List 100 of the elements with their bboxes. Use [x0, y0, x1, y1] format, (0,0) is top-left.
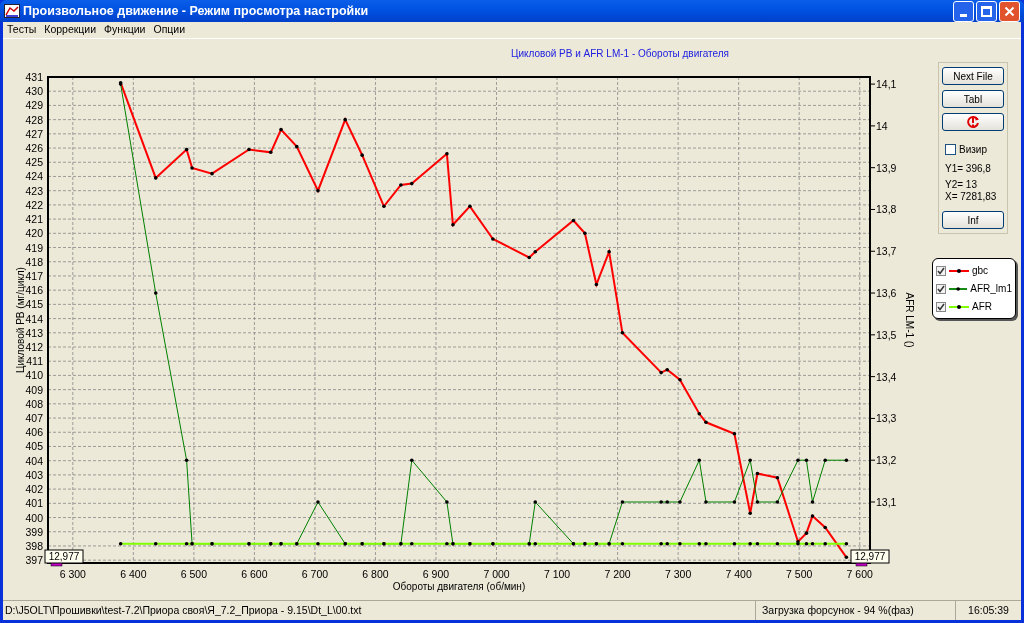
- y-tick-label: 403: [25, 468, 43, 481]
- menu-item[interactable]: Опции: [153, 22, 186, 38]
- y2-tick-label: 14,1: [876, 78, 897, 91]
- y-tick-label: 410: [25, 369, 43, 382]
- menu-item[interactable]: Тесты: [7, 22, 37, 38]
- y-tick-label: 430: [25, 85, 43, 98]
- y2-tick-label: 13,6: [876, 287, 897, 300]
- x-tick-label: 7 100: [543, 568, 571, 580]
- menu-item[interactable]: Функции: [104, 22, 146, 38]
- y-tick-label: 399: [25, 525, 43, 538]
- x-tick-label: 6 500: [180, 568, 207, 580]
- y-tick-label: 423: [25, 184, 43, 197]
- y-tick-label: 428: [25, 113, 43, 126]
- y-tick-label: 401: [25, 497, 43, 510]
- y2-axis-title: AFR LM-1 (): [904, 292, 915, 348]
- legend-label: AFR_lm1: [970, 282, 1012, 296]
- y-tick-label: 400: [25, 511, 43, 524]
- y-tick-label: 406: [25, 426, 43, 439]
- value-label: 12,977: [850, 549, 890, 564]
- legend-label: AFR: [972, 300, 992, 314]
- y-axis-title: Цикловой РВ (мг/цикл): [15, 267, 26, 373]
- y-tick-label: 431: [25, 71, 43, 83]
- y-tick-label: 414: [25, 312, 43, 325]
- minimize-button[interactable]: [953, 0, 974, 22]
- maximize-button[interactable]: [976, 0, 997, 22]
- y-tick-label: 412: [25, 341, 43, 353]
- y-tick-label: 419: [25, 241, 43, 254]
- cursor-reading: Y2= 13: [945, 179, 978, 191]
- refresh-button[interactable]: [942, 113, 1004, 131]
- y-tick-label: 407: [25, 412, 43, 425]
- y-tick-label: 409: [25, 383, 43, 396]
- x-tick-label: 6 300: [59, 568, 86, 580]
- y2-tick-label: 14: [876, 119, 888, 132]
- maximize-icon: [981, 5, 992, 17]
- y2-tick-label: 13,1: [876, 496, 897, 508]
- app-icon: [4, 4, 20, 18]
- y-tick-label: 397: [25, 554, 43, 567]
- x-tick-label: 7 400: [725, 568, 752, 580]
- y-tick-label: 426: [25, 142, 43, 155]
- legend-label: gbc: [972, 264, 989, 278]
- injector-load: Загрузка форсунок - 94 %(фаз): [755, 601, 955, 620]
- y-tick-label: 398: [25, 539, 43, 552]
- menu-item[interactable]: Коррекции: [44, 22, 97, 38]
- cursor-reading: X= 7281,83: [945, 191, 998, 203]
- x-tick-label: 6 400: [120, 568, 147, 580]
- x-tick-label: 7 500: [786, 568, 813, 580]
- y-tick-label: 424: [25, 170, 43, 183]
- y2-tick-label: 13,2: [876, 454, 897, 467]
- window-title: Произвольное движение - Режим просмотра настройки: [23, 2, 369, 20]
- y2-tick-label: 13,4: [876, 370, 897, 383]
- close-button[interactable]: [999, 0, 1020, 22]
- legend-swatch-icon: [949, 285, 968, 292]
- clock: 16:05:39: [955, 601, 1021, 620]
- x-tick-label: 6 700: [301, 568, 329, 580]
- y-tick-label: 417: [25, 269, 43, 282]
- legend-checkbox[interactable]: [936, 265, 946, 276]
- close-icon: [1004, 5, 1015, 17]
- refresh-icon: [966, 115, 980, 129]
- legend-checkbox[interactable]: [936, 301, 946, 312]
- y-tick-label: 405: [25, 440, 43, 453]
- annotation: 12,977: [854, 551, 886, 562]
- checkbox-label: Визир: [959, 143, 987, 157]
- y2-tick-label: 13,3: [876, 412, 897, 425]
- checkbox[interactable]: [945, 144, 956, 155]
- y-tick-label: 411: [26, 355, 43, 368]
- legend-checkbox[interactable]: [936, 283, 946, 294]
- x-tick-label: 7 200: [604, 568, 631, 580]
- panel-button[interactable]: Next File: [942, 67, 1004, 85]
- y-tick-label: 427: [25, 127, 43, 140]
- file-path: D:\J5OLT\Прошивки\test-7.2\Приора своя\Я_7.2_Приора - 9.15\Dt_L\00.txt: [4, 602, 363, 618]
- y-tick-label: 416: [25, 284, 43, 297]
- y-tick-label: 408: [25, 397, 43, 410]
- y-tick-label: 402: [25, 483, 43, 496]
- y2-tick-label: 13,7: [876, 245, 897, 258]
- chart-title: Цикловой РВ и AFR LM-1 - Обороты двигателя: [511, 48, 729, 59]
- y-tick-label: 425: [25, 156, 43, 169]
- value-label: 12,977: [44, 549, 84, 564]
- y2-tick-label: 13,9: [876, 161, 897, 174]
- info-button[interactable]: Inf: [942, 211, 1004, 229]
- panel-button[interactable]: Tabl: [942, 90, 1004, 108]
- y-tick-label: 415: [25, 298, 43, 311]
- y2-tick-label: 13,5: [876, 328, 897, 341]
- x-tick-label: 7 600: [846, 568, 873, 580]
- x-tick-label: 6 600: [241, 568, 268, 580]
- annotation: 12,977: [48, 551, 80, 562]
- minimize-icon: [960, 13, 967, 17]
- y-tick-label: 421: [25, 213, 43, 226]
- cursor-reading: Y1= 396,8: [945, 163, 992, 175]
- legend-swatch-icon: [949, 303, 969, 310]
- y-tick-label: 404: [25, 454, 43, 467]
- x-tick-label: 7 000: [483, 568, 510, 580]
- x-tick-label: 7 300: [665, 568, 692, 580]
- y-tick-label: 420: [25, 227, 43, 240]
- y-tick-label: 418: [25, 255, 43, 268]
- x-tick-label: 6 900: [422, 568, 450, 580]
- y-tick-label: 422: [25, 198, 43, 211]
- legend-swatch-icon: [949, 267, 969, 274]
- x-tick-label: 6 800: [362, 568, 389, 580]
- y-tick-label: 429: [25, 99, 43, 112]
- x-axis-title: Обороты двигателя (об/мин): [392, 581, 526, 592]
